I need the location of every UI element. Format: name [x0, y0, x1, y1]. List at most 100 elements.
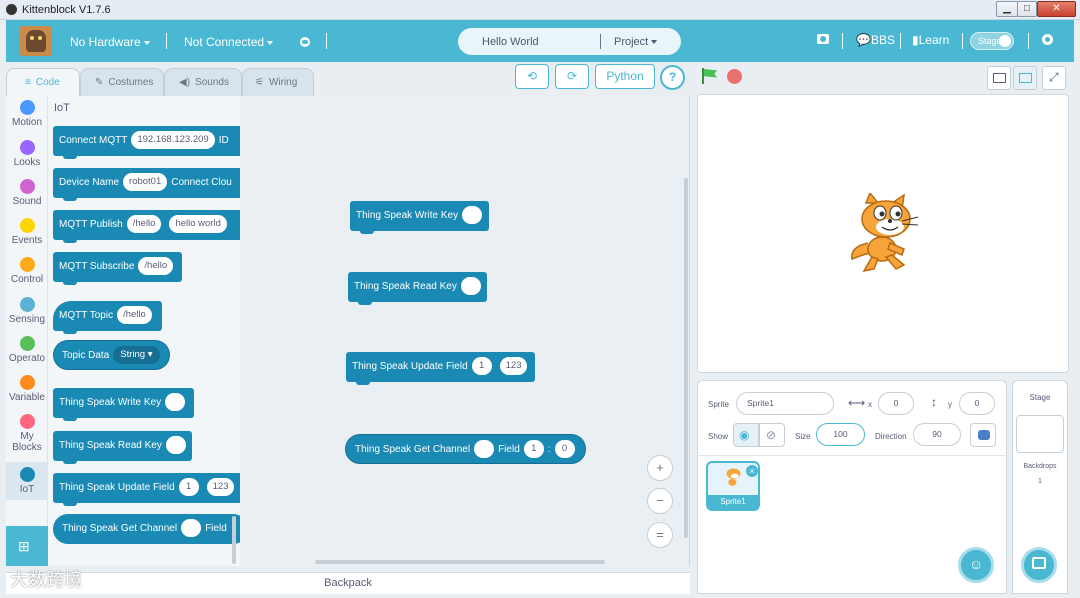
block-ts-write-key[interactable]: Thing Speak Write Key [53, 388, 194, 421]
add-backdrop-button[interactable] [1021, 547, 1057, 583]
tab-sounds[interactable]: ◀) Sounds [164, 68, 242, 96]
tab-wiring[interactable]: ⚟ Wiring [242, 68, 314, 96]
category-my-blocks[interactable]: My Blocks [6, 414, 48, 453]
topic-input[interactable]: /hello [117, 306, 152, 325]
ip-input[interactable]: 192.168.123.209 [131, 131, 215, 150]
learn-link[interactable]: ▮Learn [912, 33, 949, 47]
category-operato[interactable]: Operato [6, 336, 48, 364]
backpack-bar[interactable]: Backpack [6, 572, 690, 594]
category-variable[interactable]: Variable [6, 375, 48, 403]
green-flag-icon[interactable] [701, 68, 717, 84]
block-ts-get-channel[interactable]: Thing Speak Get Channel Field [53, 514, 240, 544]
block-mqtt-subscribe[interactable]: MQTT Subscribe/hello [53, 252, 182, 285]
category-label: Sound [12, 196, 42, 207]
show-sprite-button[interactable]: ◉ [733, 423, 759, 447]
stage-thumbnail[interactable] [1016, 415, 1064, 453]
zoom-in-button[interactable]: + [647, 455, 673, 481]
workspace-block-ts-update-field[interactable]: Thing Speak Update Field 1 123 [346, 352, 535, 385]
value-input[interactable]: 123 [499, 357, 528, 376]
block-mqtt-publish[interactable]: MQTT Publish/hello hello world [53, 210, 240, 243]
stop-icon[interactable] [727, 69, 742, 84]
category-iot[interactable]: IoT [6, 462, 48, 500]
y-input[interactable]: 0 [959, 392, 995, 415]
sprite-name-input[interactable]: Sprite1 [736, 392, 834, 415]
channel-input[interactable] [474, 440, 495, 459]
sprite-thumbnail-sprite1[interactable]: × Sprite1 [706, 461, 760, 511]
field-input[interactable]: 1 [523, 440, 544, 459]
topic-input[interactable]: /hello [138, 257, 174, 276]
fullscreen-button[interactable]: ⤢ [1042, 66, 1066, 90]
key-input[interactable] [460, 277, 481, 296]
field-input[interactable]: 1 [178, 478, 199, 497]
category-sensing[interactable]: Sensing [6, 297, 48, 325]
category-events[interactable]: Events [6, 218, 48, 246]
category-sound[interactable]: Sound [6, 179, 48, 207]
stage-canvas[interactable] [697, 94, 1069, 373]
category-control[interactable]: Control [6, 257, 48, 285]
block-device-name[interactable]: Device Name robot01 Connect Clou [53, 168, 240, 201]
globe-icon[interactable] [300, 37, 310, 47]
block-ts-read-key[interactable]: Thing Speak Read Key [53, 431, 192, 464]
index-input[interactable]: 0 [554, 440, 575, 459]
help-button[interactable]: ? [660, 65, 685, 90]
category-looks[interactable]: Looks [6, 140, 48, 168]
value-input[interactable]: 123 [206, 478, 235, 497]
block-connect-mqtt[interactable]: Connect MQTT 192.168.123.209 ID [53, 126, 240, 159]
category-label: Control [10, 274, 44, 285]
tab-code[interactable]: ≡ Code [6, 68, 80, 97]
palette-scrollbar[interactable] [232, 516, 236, 564]
type-dropdown[interactable]: String ▾ [113, 346, 160, 365]
add-sprite-button[interactable]: ☺ [958, 547, 994, 583]
stage-toggle[interactable]: Stage [970, 32, 1014, 50]
zoom-out-button[interactable]: − [647, 488, 673, 514]
key-input[interactable] [165, 393, 186, 412]
normal-stage-button[interactable] [1013, 66, 1037, 90]
workspace-vertical-scrollbar[interactable] [684, 178, 688, 538]
device-name-input[interactable]: robot01 [123, 173, 168, 192]
project-name-input[interactable]: Hello World [482, 36, 539, 48]
robot-button[interactable] [970, 423, 996, 447]
topic-input[interactable]: /hello [126, 215, 162, 234]
minimize-button[interactable]: ▁ [996, 1, 1018, 17]
close-window-button[interactable]: ✕ [1037, 1, 1076, 17]
connection-menu[interactable]: Not Connected [184, 35, 274, 49]
maximize-button[interactable]: □ [1017, 1, 1037, 17]
workspace-block-ts-get-channel[interactable]: Thing Speak Get Channel Field 1:0 [345, 434, 586, 464]
size-input[interactable]: 100 [816, 423, 865, 446]
field-input[interactable]: 1 [471, 357, 492, 376]
add-extension-button[interactable]: ⊞ [6, 526, 48, 566]
key-input[interactable] [462, 206, 483, 225]
app-logo-icon [6, 4, 17, 15]
book-icon: ▮ [912, 33, 919, 47]
channel-input[interactable] [181, 519, 202, 538]
tab-costumes[interactable]: ✎ Costumes [80, 68, 164, 96]
zoom-reset-button[interactable]: = [647, 522, 673, 548]
workspace-block-ts-write-key[interactable]: Thing Speak Write Key [350, 201, 489, 234]
kittenblock-logo[interactable] [20, 26, 52, 56]
hardware-menu[interactable]: No Hardware [70, 35, 150, 49]
hide-sprite-button[interactable]: ⊘ [759, 423, 785, 447]
x-input[interactable]: 0 [878, 392, 914, 415]
undo-button[interactable]: ⟲ [515, 64, 549, 89]
gear-icon[interactable] [1042, 34, 1053, 45]
project-menu[interactable]: Project [614, 36, 658, 48]
code-workspace[interactable]: Thing Speak Write Key Thing Speak Read K… [240, 96, 690, 566]
message-input[interactable]: hello world [169, 215, 227, 234]
camera-icon[interactable] [817, 34, 829, 44]
direction-input[interactable]: 90 [913, 423, 961, 446]
workspace-block-ts-read-key[interactable]: Thing Speak Read Key [348, 272, 487, 305]
workspace-horizontal-scrollbar[interactable] [315, 560, 605, 564]
key-input[interactable] [165, 436, 186, 455]
category-menu: Motion Looks Sound Events Control Sensing Oper… [6, 96, 48, 566]
delete-sprite-icon[interactable]: × [746, 465, 758, 477]
category-label: Motion [11, 117, 42, 128]
category-motion[interactable]: Motion [6, 100, 48, 128]
small-stage-button[interactable] [987, 66, 1011, 90]
redo-button[interactable]: ⟳ [555, 64, 589, 89]
bbs-link[interactable]: 💬BBS [856, 33, 895, 47]
python-button[interactable]: Python [595, 64, 655, 89]
block-mqtt-topic-hat[interactable]: MQTT Topic/hello [53, 301, 162, 334]
block-ts-update-field[interactable]: Thing Speak Update Field 1 123 [53, 473, 240, 506]
block-topic-data[interactable]: Topic Data String ▾ [53, 340, 170, 370]
cat-sprite[interactable] [846, 193, 922, 275]
